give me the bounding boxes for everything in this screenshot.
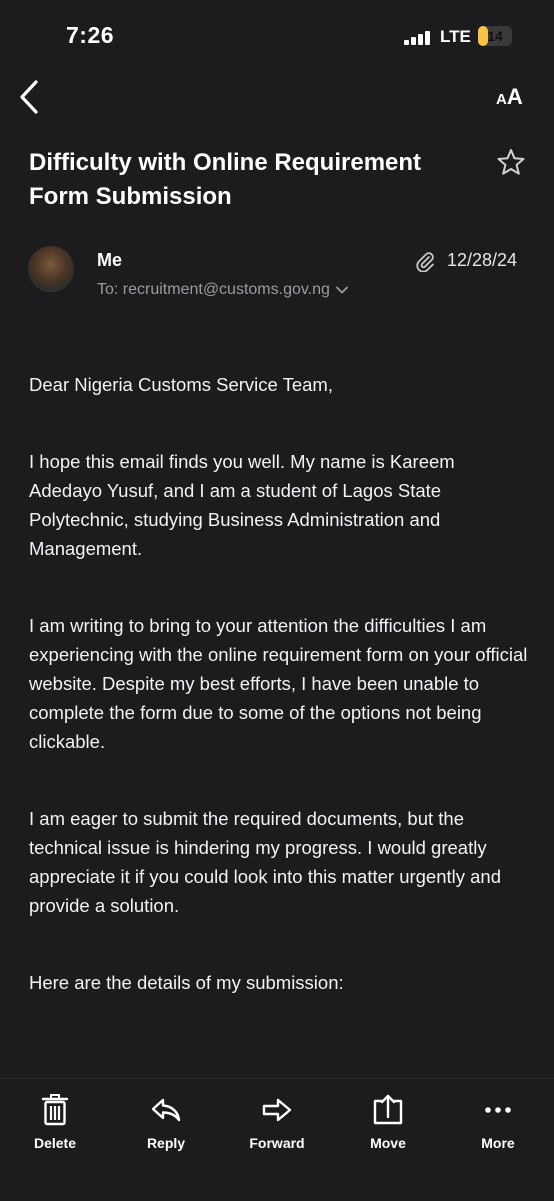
reply-button[interactable]: Reply bbox=[118, 1093, 214, 1153]
battery-level: 14 bbox=[487, 28, 503, 44]
more-dots-icon bbox=[485, 1107, 511, 1113]
text-size-icon: AA bbox=[496, 84, 523, 109]
text-size-button[interactable]: AA bbox=[496, 84, 532, 110]
reply-icon bbox=[151, 1098, 181, 1122]
body-paragraph: I hope this email finds you well. My nam… bbox=[29, 451, 455, 559]
star-icon bbox=[497, 149, 525, 175]
body-paragraph: Here are the details of my submission: bbox=[29, 972, 344, 993]
avatar[interactable] bbox=[28, 246, 74, 292]
email-date: 12/28/24 bbox=[447, 250, 518, 270]
paperclip-icon bbox=[414, 250, 436, 273]
bottom-toolbar: Delete Reply Forward Move More bbox=[0, 1078, 554, 1201]
recipient-line[interactable]: To: recruitment@customs.gov.ng bbox=[97, 281, 348, 299]
chevron-down-icon bbox=[336, 286, 348, 294]
reply-label: Reply bbox=[146, 1135, 186, 1151]
sender-name[interactable]: Me bbox=[97, 250, 122, 271]
email-subject: Difficulty with Online Requirement Form … bbox=[29, 149, 422, 210]
network-type: LTE bbox=[440, 27, 471, 46]
more-label: More bbox=[481, 1135, 515, 1151]
body-paragraph: Dear Nigeria Customs Service Team, bbox=[29, 374, 333, 395]
status-time: 7:26 bbox=[66, 22, 115, 48]
move-folder-icon bbox=[373, 1094, 403, 1125]
forward-button[interactable]: Forward bbox=[229, 1093, 325, 1153]
star-button[interactable] bbox=[497, 148, 525, 176]
battery-icon: 14 bbox=[478, 26, 512, 46]
status-bar: 7:26 LTE 14 bbox=[0, 0, 554, 72]
more-button[interactable]: More bbox=[450, 1093, 546, 1153]
forward-label: Forward bbox=[249, 1135, 305, 1151]
signal-icon bbox=[404, 29, 434, 45]
forward-arrow-icon bbox=[262, 1098, 292, 1122]
delete-button[interactable]: Delete bbox=[7, 1093, 103, 1153]
delete-label: Delete bbox=[33, 1135, 77, 1151]
recipient-text: To: recruitment@customs.gov.ng bbox=[97, 281, 330, 298]
chevron-left-icon bbox=[20, 80, 38, 114]
move-label: Move bbox=[370, 1135, 406, 1151]
trash-icon bbox=[41, 1094, 69, 1126]
back-button[interactable] bbox=[14, 78, 48, 116]
email-body: Dear Nigeria Customs Service Team, I hop… bbox=[29, 370, 529, 1045]
body-paragraph: I am writing to bring to your attention … bbox=[29, 615, 528, 752]
move-button[interactable]: Move bbox=[340, 1093, 436, 1153]
body-paragraph: I am eager to submit the required docume… bbox=[29, 808, 502, 916]
